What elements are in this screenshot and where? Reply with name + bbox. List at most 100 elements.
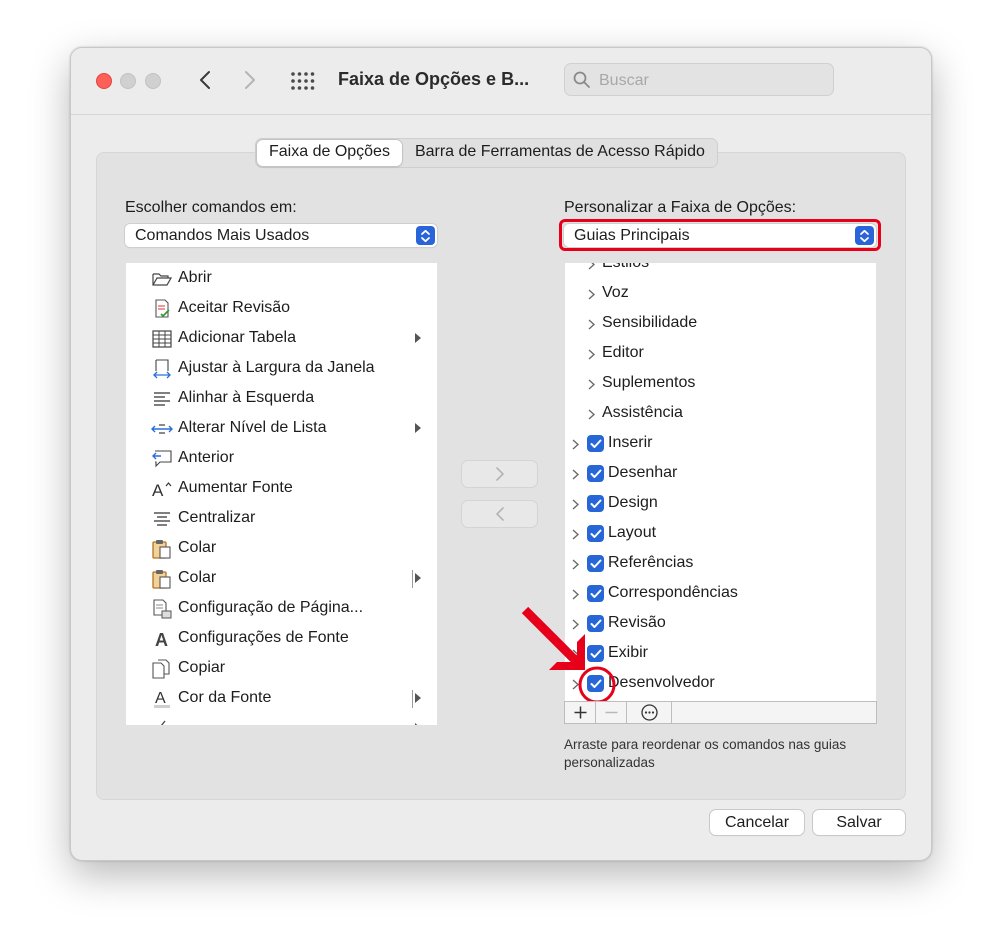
chevron-right-icon [588, 263, 595, 270]
tree-item-group[interactable]: Editor [565, 339, 876, 369]
increase-font-icon: A [151, 479, 173, 499]
commands-list[interactable]: Abrir Aceitar Revisão Adicionar Tabela A… [126, 263, 437, 725]
choose-commands-label: Escolher comandos em: [125, 199, 297, 216]
tree-item-tab[interactable]: Layout [565, 519, 876, 549]
add-command-button[interactable] [462, 461, 537, 487]
tab-checkbox[interactable] [587, 585, 604, 602]
tree-item-group[interactable]: Sensibilidade [565, 309, 876, 339]
chevron-right-icon[interactable] [572, 439, 579, 450]
list-item[interactable]: Ajustar à Largura da Janela [126, 354, 437, 384]
tree-item-tab[interactable]: Design [565, 489, 876, 519]
tree-item-group[interactable]: Suplementos [565, 369, 876, 399]
minimize-button[interactable] [120, 73, 136, 89]
save-button[interactable]: Salvar [813, 810, 905, 835]
chevron-right-icon[interactable] [572, 529, 579, 540]
forward-button[interactable] [236, 66, 264, 94]
preferences-window: Faixa de Opções e B... Faixa de Opções B… [70, 47, 932, 861]
tree-item-group[interactable]: Assistência [565, 399, 876, 429]
search-box[interactable] [564, 63, 834, 96]
page-setup-icon [151, 599, 173, 619]
chevron-right-icon [588, 319, 595, 330]
tab-ribbon[interactable]: Faixa de Opções [257, 140, 402, 166]
more-options-icon [640, 704, 658, 721]
list-item[interactable]: Alterar Nível de Lista [126, 414, 437, 444]
chevron-right-icon [588, 379, 595, 390]
back-button[interactable] [191, 66, 219, 94]
window-title: Faixa de Opções e B... [338, 69, 530, 89]
commands-source-select[interactable]: Comandos Mais Usados [125, 224, 437, 247]
paste-icon [151, 569, 173, 589]
segmented-tabs: Faixa de Opções Barra de Ferramentas de … [255, 138, 718, 168]
plus-icon [574, 706, 586, 719]
font-color-icon: A [151, 689, 173, 709]
checkmark-icon [590, 469, 601, 478]
zoom-button[interactable] [145, 73, 161, 89]
tab-quick-access-toolbar[interactable]: Barra de Ferramentas de Acesso Rápido [403, 139, 717, 167]
reorder-hint: Arraste para reordenar os comandos nas g… [564, 737, 847, 770]
tree-item-tab[interactable]: Inserir [565, 429, 876, 459]
tab-checkbox[interactable] [587, 555, 604, 572]
chevron-right-icon [588, 349, 595, 360]
fit-width-icon [151, 359, 173, 379]
list-item[interactable]: Colar [126, 564, 437, 594]
list-item[interactable]: A Configurações de Fonte [126, 624, 437, 654]
list-item[interactable]: Configuração de Página... [126, 594, 437, 624]
chevron-left-icon [200, 71, 210, 89]
show-all-grid-icon[interactable] [291, 71, 315, 91]
align-left-icon [151, 389, 173, 409]
title-bar: Faixa de Opções e B... [71, 48, 931, 115]
chevron-right-icon[interactable] [572, 589, 579, 600]
tree-item-group[interactable]: Voz [565, 279, 876, 309]
list-item[interactable]: Centralizar [126, 504, 437, 534]
search-input[interactable] [597, 69, 826, 93]
tab-checkbox[interactable] [587, 435, 604, 452]
remove-command-button[interactable] [462, 501, 537, 527]
split-divider [412, 570, 413, 588]
highlight-box [559, 219, 881, 251]
more-options-button[interactable] [627, 702, 672, 723]
list-item[interactable]: A Cor da Fonte [126, 684, 437, 714]
tree-item-tab[interactable]: Desenhar [565, 459, 876, 489]
chevron-right-icon[interactable] [572, 499, 579, 510]
chevron-left-icon [495, 507, 504, 521]
svg-text:A: A [155, 690, 166, 707]
customize-ribbon-label: Personalizar a Faixa de Opções: [564, 199, 797, 216]
split-divider [412, 690, 413, 708]
svg-text:A: A [155, 630, 168, 648]
remove-tab-button[interactable] [596, 702, 627, 723]
cancel-button[interactable]: Cancelar [710, 810, 804, 835]
tree-item-tab[interactable]: Referências [565, 549, 876, 579]
submenu-arrow-icon [415, 693, 421, 703]
list-item[interactable]: Colar [126, 534, 437, 564]
tree-item-group[interactable]: Estilos [565, 263, 876, 279]
list-item[interactable]: A Aumentar Fonte [126, 474, 437, 504]
list-item[interactable]: Alinhar à Esquerda [126, 384, 437, 414]
tab-checkbox[interactable] [587, 495, 604, 512]
folder-open-icon [151, 269, 173, 289]
svg-text:A: A [152, 481, 164, 498]
chevron-right-icon [245, 71, 255, 89]
brush-icon [151, 719, 173, 725]
add-tab-button[interactable] [565, 702, 596, 723]
checkmark-icon [590, 499, 601, 508]
checkmark-icon [590, 439, 601, 448]
chevron-right-icon[interactable] [572, 469, 579, 480]
tab-checkbox[interactable] [587, 465, 604, 482]
red-arrow-annotation [521, 606, 616, 704]
checkmark-icon [590, 589, 601, 598]
chevron-right-icon[interactable] [572, 559, 579, 570]
accept-revision-icon [151, 299, 173, 319]
copy-icon [151, 659, 173, 679]
minus-icon [605, 711, 617, 714]
list-item-partial[interactable] [126, 714, 437, 725]
close-button[interactable] [96, 73, 112, 89]
tab-checkbox[interactable] [587, 525, 604, 542]
list-item[interactable]: Anterior [126, 444, 437, 474]
tree-toolbar [564, 701, 877, 724]
list-item[interactable]: Aceitar Revisão [126, 294, 437, 324]
list-item[interactable]: Abrir [126, 264, 437, 294]
search-icon [573, 71, 590, 88]
list-item[interactable]: Adicionar Tabela [126, 324, 437, 354]
list-item[interactable]: Copiar [126, 654, 437, 684]
submenu-arrow-icon [415, 723, 418, 725]
